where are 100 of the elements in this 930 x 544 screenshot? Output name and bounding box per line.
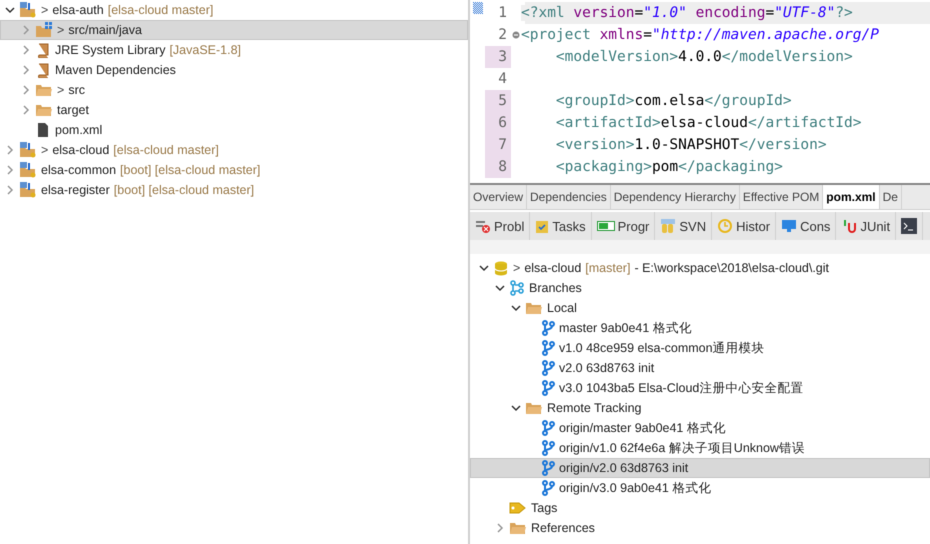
source-folder-icon: [35, 22, 53, 38]
tree-row[interactable]: elsa-common [boot] [elsa-cloud master]: [0, 160, 468, 180]
line-number: 4: [497, 70, 508, 89]
tree-row[interactable]: v2.0 63d8763 init: [470, 358, 930, 378]
tree-row[interactable]: Local: [470, 298, 930, 318]
chevron-right-icon[interactable]: [5, 185, 15, 195]
tree-item-label: elsa-auth: [52, 3, 104, 17]
line-number: 1: [497, 4, 508, 23]
branch-icon: [541, 440, 555, 456]
clipboard-icon: [535, 219, 550, 233]
chevron-down-icon[interactable]: [511, 403, 521, 413]
dotted-square-icon: [473, 2, 483, 14]
tree-row[interactable]: > elsa-cloud [master] - E:\workspace\2018\elsa-cloud\.git: [470, 258, 930, 278]
maven-project-icon: [19, 2, 37, 18]
code-line: <groupId>com.elsa</groupId>: [554, 93, 792, 109]
book-icon: [35, 42, 51, 58]
line-number: 8: [485, 156, 511, 178]
chevron-right-icon[interactable]: [21, 45, 31, 55]
chevron-down-icon[interactable]: [5, 5, 15, 15]
folder-icon: [35, 82, 53, 98]
chevron-down-icon[interactable]: [479, 263, 489, 273]
tree-item-decoration: [boot] [elsa-cloud master]: [120, 163, 260, 177]
database-icon: [493, 260, 509, 276]
tree-item-label: v2.0 63d8763 init: [559, 361, 654, 375]
tree-row[interactable]: > elsa-cloud [elsa-cloud master]: [0, 140, 468, 160]
tree-row[interactable]: References: [470, 518, 930, 538]
line-number: 6: [485, 112, 511, 134]
tree-item-label: target: [57, 103, 89, 117]
tree-row[interactable]: Maven Dependencies: [0, 60, 468, 80]
tree-row[interactable]: master 9ab0e41 格式化: [470, 318, 930, 338]
tree-item-label: master 9ab0e41 格式化: [559, 320, 692, 336]
tree-item-label: pom.xml: [55, 123, 102, 137]
chevron-right-icon[interactable]: [21, 105, 31, 115]
tree-row[interactable]: origin/v3.0 9ab0e41 格式化: [470, 478, 930, 498]
tree-item-label: elsa-cloud: [524, 261, 582, 275]
branch-icon: [541, 320, 555, 336]
tree-item-decoration: [elsa-cloud master]: [113, 143, 219, 157]
tree-row[interactable]: > elsa-auth [elsa-cloud master]: [0, 0, 468, 20]
branch-icon: [541, 340, 555, 356]
terminal-icon: [901, 218, 918, 234]
tree-item-label: src/main/java: [68, 23, 142, 37]
tag-icon: [509, 500, 527, 516]
tree-item-label: Tags: [531, 501, 558, 515]
folder-icon: [509, 520, 527, 536]
tree-row[interactable]: > src: [0, 80, 468, 100]
editor-tab[interactable]: pom.xml: [823, 185, 880, 209]
tree-item-label: v1.0 48ce959 elsa-common通用模块: [559, 340, 765, 356]
tree-item-label: origin/v1.0 62f4e6a 解决子项目Unknow错误: [559, 440, 805, 456]
repository-icon: [660, 218, 676, 234]
tree-item-label: References: [531, 521, 595, 535]
tree-item-decoration: [boot] [elsa-cloud master]: [114, 183, 254, 197]
tree-row[interactable]: origin/v1.0 62f4e6a 解决子项目Unknow错误: [470, 438, 930, 458]
line-number: 5: [485, 90, 511, 112]
tree-row[interactable]: Remote Tracking: [470, 398, 930, 418]
tree-row[interactable]: pom.xml: [0, 120, 468, 140]
book-icon: [35, 62, 51, 78]
code-line: <version>1.0-SNAPSHOT</version>: [554, 137, 827, 153]
branch-icon: [541, 480, 555, 496]
chevron-down-icon[interactable]: [511, 303, 521, 313]
tree-item-label: origin/v3.0 9ab0e41 格式化: [559, 480, 712, 496]
chevron-right-icon[interactable]: [495, 523, 505, 533]
chevron-right-icon[interactable]: [5, 165, 15, 175]
maven-project-icon: [19, 142, 37, 158]
dirty-marker: >: [41, 143, 48, 157]
tree-row[interactable]: JRE System Library [JavaSE-1.8]: [0, 40, 468, 60]
tree-item-label: elsa-common: [41, 163, 116, 177]
chevron-right-icon[interactable]: [21, 25, 31, 35]
tree-item-label: src: [68, 83, 85, 97]
tree-item-label: JRE System Library: [55, 43, 166, 57]
tree-row[interactable]: v1.0 48ce959 elsa-common通用模块: [470, 338, 930, 358]
junit-icon: [841, 218, 858, 234]
fold-marker-icon[interactable]: [512, 31, 520, 39]
problems-icon: [475, 219, 491, 233]
tree-row[interactable]: origin/v2.0 63d8763 init: [470, 458, 930, 478]
tree-row[interactable]: target: [0, 100, 468, 120]
tree-row[interactable]: v3.0 1043ba5 Elsa-Cloud注册中心安全配置: [470, 378, 930, 398]
tree-item-label: Branches: [529, 281, 582, 295]
chevron-down-icon[interactable]: [495, 283, 505, 293]
tree-item-decoration: [JavaSE-1.8]: [169, 43, 242, 57]
branch-icon: [541, 460, 555, 476]
tree-row[interactable]: elsa-register [boot] [elsa-cloud master]: [0, 180, 468, 200]
chevron-right-icon[interactable]: [5, 145, 15, 155]
dirty-marker: >: [57, 23, 64, 37]
tree-row[interactable]: > src/main/java: [0, 20, 468, 40]
tree-item-label: elsa-cloud: [52, 143, 110, 157]
maven-project-icon: [19, 182, 37, 198]
tree-row[interactable]: origin/master 9ab0e41 格式化: [470, 418, 930, 438]
tree-row[interactable]: Branches: [470, 278, 930, 298]
branch-icon: [541, 360, 555, 376]
folder-icon: [525, 400, 543, 416]
dirty-marker: >: [57, 83, 64, 97]
tree-item-decoration: [elsa-cloud master]: [108, 3, 214, 17]
code-line: <artifactId>elsa-cloud</artifactId>: [554, 115, 862, 131]
chevron-right-icon[interactable]: [21, 65, 31, 75]
line-number: 2: [497, 26, 508, 45]
code-line: <project xmlns="http://maven.apache.org/P: [521, 27, 879, 43]
monitor-icon: [781, 219, 798, 233]
chevron-right-icon[interactable]: [21, 85, 31, 95]
tree-item-label: elsa-register: [41, 183, 110, 197]
tree-row[interactable]: Tags: [470, 498, 930, 518]
